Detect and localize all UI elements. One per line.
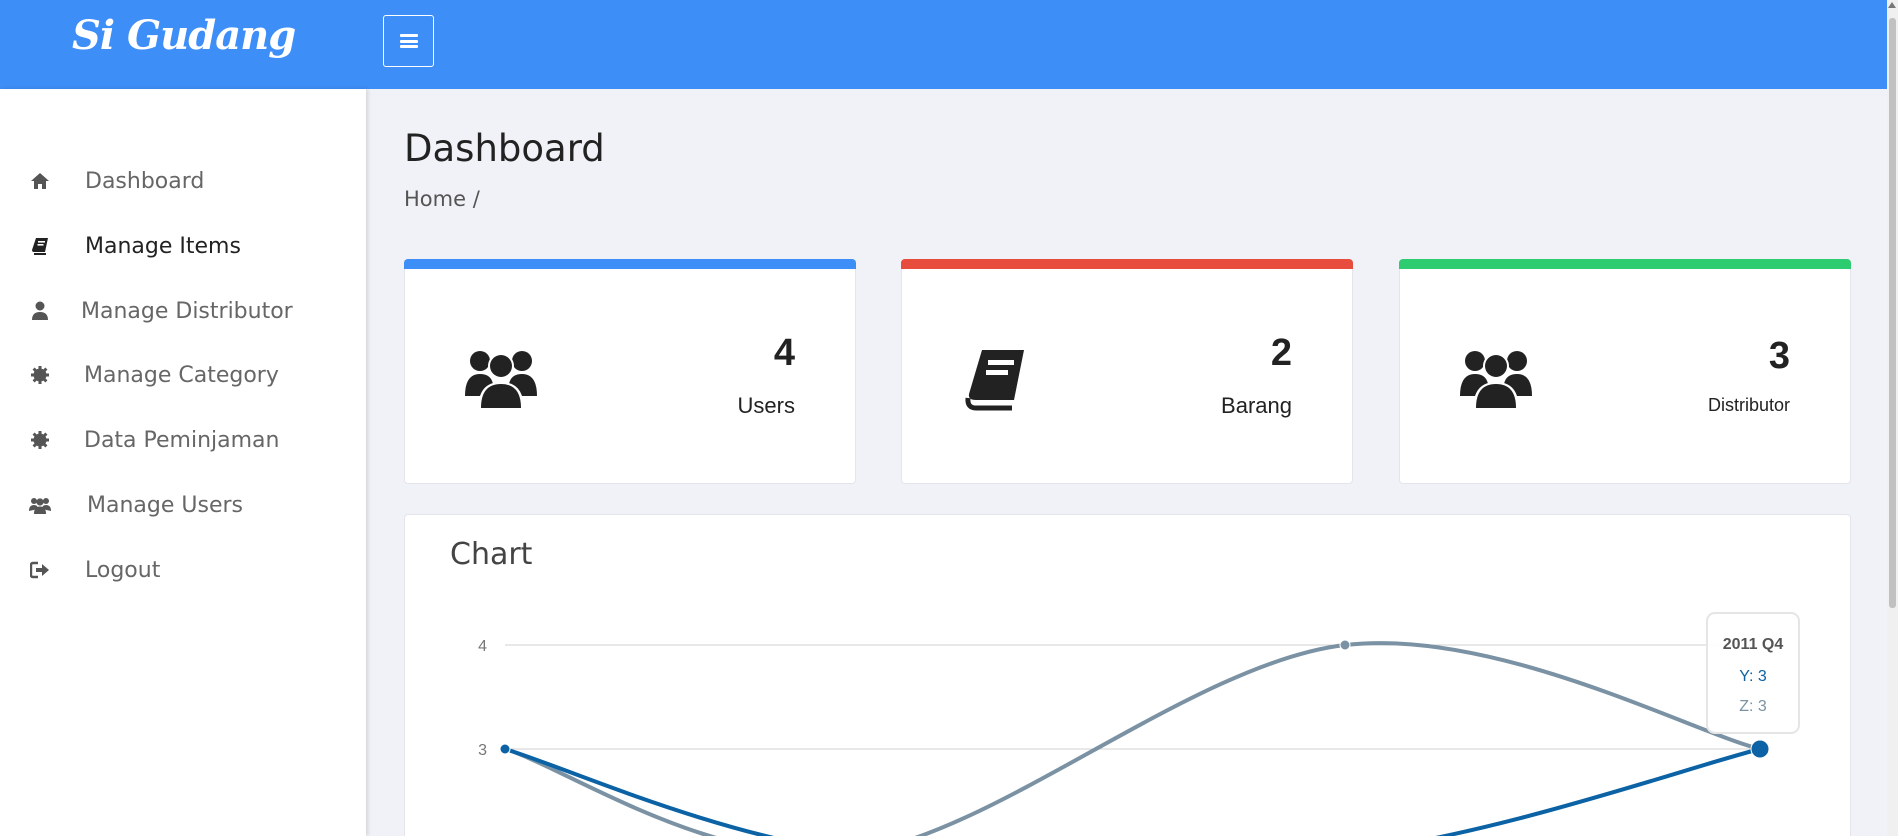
- distributor-label: Distributor: [1707, 395, 1790, 415]
- barang-count: 2: [1270, 332, 1292, 374]
- sidebar-item-label: Manage Distributor: [81, 298, 293, 324]
- chart-panel: Chart 4 3 2011 Q4 Y: 3 Z: 3: [404, 514, 1851, 836]
- scrollbar[interactable]: [1887, 0, 1898, 836]
- card-accent-strip: [1399, 259, 1851, 269]
- gear-icon: [28, 428, 52, 452]
- sidebar-item-label: Manage Items: [85, 233, 241, 259]
- stat-card-users: 4 Users: [404, 259, 856, 484]
- scroll-up-arrow-icon[interactable]: [1888, 2, 1896, 8]
- users-icon: [465, 344, 537, 414]
- users-count: 4: [773, 332, 795, 374]
- line-chart[interactable]: 4 3 2011 Q4 Y: 3 Z: 3: [405, 515, 1852, 836]
- top-navbar: Si Gudang: [0, 0, 1887, 89]
- data-point: [499, 743, 511, 755]
- chart-tooltip: 2011 Q4 Y: 3 Z: 3: [1706, 612, 1800, 734]
- sidebar-item-label: Logout: [85, 557, 161, 583]
- y-tick-label: 3: [478, 742, 487, 759]
- card-accent-strip: [901, 259, 1353, 269]
- sidebar-item-label: Manage Category: [84, 362, 279, 388]
- tooltip-title: 2011 Q4: [1723, 636, 1784, 653]
- tooltip-z-value: Z: 3: [1739, 698, 1767, 715]
- home-icon: [28, 169, 52, 193]
- breadcrumb[interactable]: Home /: [404, 187, 480, 211]
- page-title: Dashboard: [404, 127, 605, 170]
- sidebar-item-logout[interactable]: Logout: [0, 544, 366, 596]
- series-line-z: [504, 641, 1761, 836]
- sidebar-item-manage-category[interactable]: Manage Category: [0, 349, 366, 401]
- user-icon: [28, 299, 52, 323]
- tooltip-y-value: Y: 3: [1739, 668, 1767, 685]
- data-point: [1339, 639, 1351, 651]
- sidebar-item-label: Data Peminjaman: [84, 427, 280, 453]
- stat-card-barang: 2 Barang: [901, 259, 1353, 484]
- app-logo[interactable]: Si Gudang: [72, 12, 296, 59]
- users-icon: [28, 493, 52, 517]
- sidebar: Dashboard Manage Items Manage Distributo…: [0, 89, 366, 836]
- book-icon: [962, 344, 1034, 414]
- sidebar-item-manage-items[interactable]: Manage Items: [0, 220, 366, 272]
- distributor-count: 3: [1768, 335, 1790, 377]
- barang-label: Barang: [1221, 393, 1292, 418]
- sign-out-icon: [28, 558, 52, 582]
- users-icon: [1460, 344, 1532, 414]
- series-line-y: [504, 747, 1761, 836]
- data-point: [1750, 739, 1770, 759]
- sidebar-item-label: Dashboard: [85, 168, 205, 194]
- users-label: Users: [737, 393, 795, 418]
- sidebar-item-manage-distributor[interactable]: Manage Distributor: [0, 285, 366, 337]
- sidebar-item-dashboard[interactable]: Dashboard: [0, 155, 366, 207]
- book-icon: [28, 234, 52, 258]
- sidebar-item-label: Manage Users: [87, 492, 243, 518]
- sidebar-item-data-peminjaman[interactable]: Data Peminjaman: [0, 414, 366, 466]
- sidebar-item-manage-users[interactable]: Manage Users: [0, 479, 366, 531]
- stat-card-distributor: 3 Distributor: [1399, 259, 1851, 484]
- scrollbar-thumb[interactable]: [1889, 18, 1896, 608]
- menu-toggle-button[interactable]: [383, 15, 434, 67]
- gear-icon: [28, 363, 52, 387]
- card-accent-strip: [404, 259, 856, 269]
- hamburger-icon: [399, 34, 418, 48]
- y-tick-label: 4: [478, 638, 487, 655]
